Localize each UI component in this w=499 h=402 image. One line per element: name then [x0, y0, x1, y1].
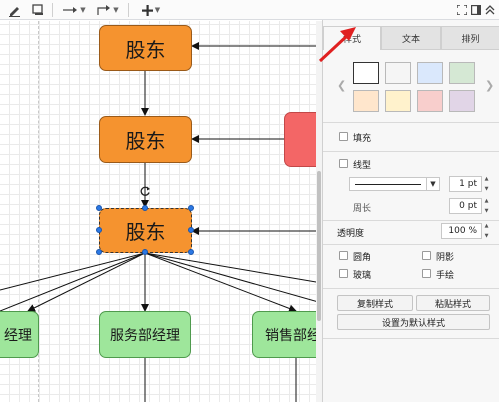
node-manager-left[interactable]: 经理 [0, 311, 39, 358]
panel-divider [323, 220, 499, 221]
collapse-up-icon[interactable] [484, 2, 496, 18]
plus-insert-icon[interactable]: ▼ [137, 2, 165, 18]
chevron-down-icon: ▼ [154, 6, 161, 14]
resize-handle-sw[interactable] [96, 249, 102, 255]
edge-selected-to-sales [144, 252, 297, 313]
opacity-label: 透明度 [337, 229, 365, 239]
style-swatch-7[interactable] [417, 90, 443, 112]
tab-label: 文本 [401, 34, 420, 45]
edge-selected-to-left-2 [0, 252, 146, 312]
resize-handle-e[interactable] [188, 227, 194, 233]
resize-handle-n[interactable] [142, 205, 148, 211]
panel-divider [323, 151, 499, 152]
waypoint-elbow-icon[interactable]: ▼ [94, 2, 122, 18]
sketch-checkbox[interactable] [422, 269, 431, 278]
tab-arrange[interactable]: 排列 [441, 26, 499, 50]
style-swatch-8[interactable] [449, 90, 475, 112]
chevron-down-icon: ▼ [113, 6, 119, 14]
toolbar: ▼ ▼ ▼ [0, 0, 499, 20]
format-panel: 样式 文本 排列 ❮ ❯ 填充 线型 ▼ 1 pt ▲ ▼ 周长 0 pt ▲ ▼ … [322, 20, 499, 402]
tab-style[interactable]: 样式 [323, 26, 381, 50]
style-swatch-6[interactable] [385, 90, 411, 112]
button-label: 复制样式 [356, 299, 393, 310]
toolbar-separator [52, 3, 53, 17]
pencil-icon[interactable] [6, 2, 22, 18]
chevron-left-icon[interactable]: ❮ [337, 79, 346, 92]
chevron-down-icon: ▼ [430, 180, 436, 188]
panel-divider [323, 122, 499, 123]
line-pattern-preview [355, 184, 421, 185]
resize-handle-nw[interactable] [96, 205, 102, 211]
tab-label: 排列 [461, 34, 480, 45]
shadow-label: 阴影 [436, 253, 455, 263]
fill-label: 填充 [353, 134, 372, 144]
resize-handle-ne[interactable] [188, 205, 194, 211]
button-label: 设置为默认样式 [381, 318, 445, 329]
style-swatch-4[interactable] [449, 62, 475, 84]
resize-handle-se[interactable] [188, 249, 194, 255]
node-sales-manager[interactable]: 销售部经 [252, 311, 322, 358]
chevron-right-icon[interactable]: ❯ [485, 79, 494, 92]
node-shareholder-top[interactable]: 股东 [99, 25, 192, 71]
fill-checkbox[interactable] [339, 132, 348, 141]
perimeter-stepper[interactable]: ▲ ▼ [482, 198, 491, 214]
node-label: 股东 [125, 37, 166, 62]
line-width-input[interactable]: 1 pt [449, 176, 482, 192]
tab-text[interactable]: 文本 [381, 26, 441, 50]
style-swatch-3[interactable] [417, 62, 443, 84]
split-panel-icon[interactable] [470, 2, 482, 18]
resize-handle-s[interactable] [142, 249, 148, 255]
set-default-style-button[interactable]: 设置为默认样式 [337, 314, 490, 330]
resize-handle-w[interactable] [96, 227, 102, 233]
button-label: 粘贴样式 [434, 299, 471, 310]
style-swatch-2[interactable] [385, 62, 411, 84]
chevron-down-icon: ▼ [80, 6, 86, 14]
tab-label: 样式 [342, 35, 361, 45]
edge-selected-to-left [0, 252, 146, 291]
rounded-checkbox[interactable] [339, 251, 348, 260]
node-service-manager[interactable]: 服务部经理 [99, 311, 191, 358]
node-label: 经理 [4, 327, 32, 344]
style-swatch-5[interactable] [353, 90, 379, 112]
style-swatch-1[interactable] [353, 62, 379, 84]
shadow-square-icon[interactable] [30, 2, 46, 18]
toolbar-separator [128, 3, 129, 17]
shadow-checkbox[interactable] [422, 251, 431, 260]
connection-arrow-icon[interactable]: ▼ [60, 2, 88, 18]
line-width-value: 1 pt [459, 179, 477, 189]
perimeter-value: 0 pt [459, 201, 477, 211]
opacity-stepper[interactable]: ▲ ▼ [482, 223, 491, 239]
node-label: 股东 [125, 129, 166, 153]
copy-style-button[interactable]: 复制样式 [337, 295, 413, 311]
diagram-canvas[interactable]: 股东 股东 股东 经理 服务部经理 销售部经 [0, 21, 322, 402]
perimeter-input[interactable]: 0 pt [449, 198, 482, 214]
panel-divider [323, 338, 499, 339]
rotate-handle-icon[interactable] [140, 186, 151, 197]
line-pattern-select[interactable] [349, 177, 427, 191]
line-width-stepper[interactable]: ▲ ▼ [482, 176, 491, 192]
scrollbar-thumb[interactable] [317, 171, 321, 321]
paste-style-button[interactable]: 粘贴样式 [416, 295, 490, 311]
line-pattern-dropdown[interactable]: ▼ [426, 177, 440, 191]
perimeter-label: 周长 [353, 204, 372, 214]
opacity-value: 100 % [448, 226, 477, 236]
rounded-label: 圆角 [353, 253, 372, 263]
sketch-label: 手绘 [436, 271, 455, 281]
node-shareholder-selected[interactable]: 股东 [99, 208, 192, 253]
node-shareholder-middle[interactable]: 股东 [99, 116, 192, 163]
line-label: 线型 [353, 161, 372, 171]
node-label: 销售部经 [265, 327, 321, 344]
node-label: 股东 [125, 220, 166, 244]
panel-divider [323, 288, 499, 289]
node-label: 服务部经理 [110, 327, 180, 344]
glass-checkbox[interactable] [339, 269, 348, 278]
panel-tabs: 样式 文本 排列 [323, 26, 499, 50]
glass-label: 玻璃 [353, 271, 372, 281]
edge-selected-to-left-manager [27, 252, 146, 312]
fullscreen-icon[interactable] [456, 2, 468, 18]
panel-divider [323, 244, 499, 245]
line-checkbox[interactable] [339, 159, 348, 168]
opacity-input[interactable]: 100 % [441, 223, 482, 239]
